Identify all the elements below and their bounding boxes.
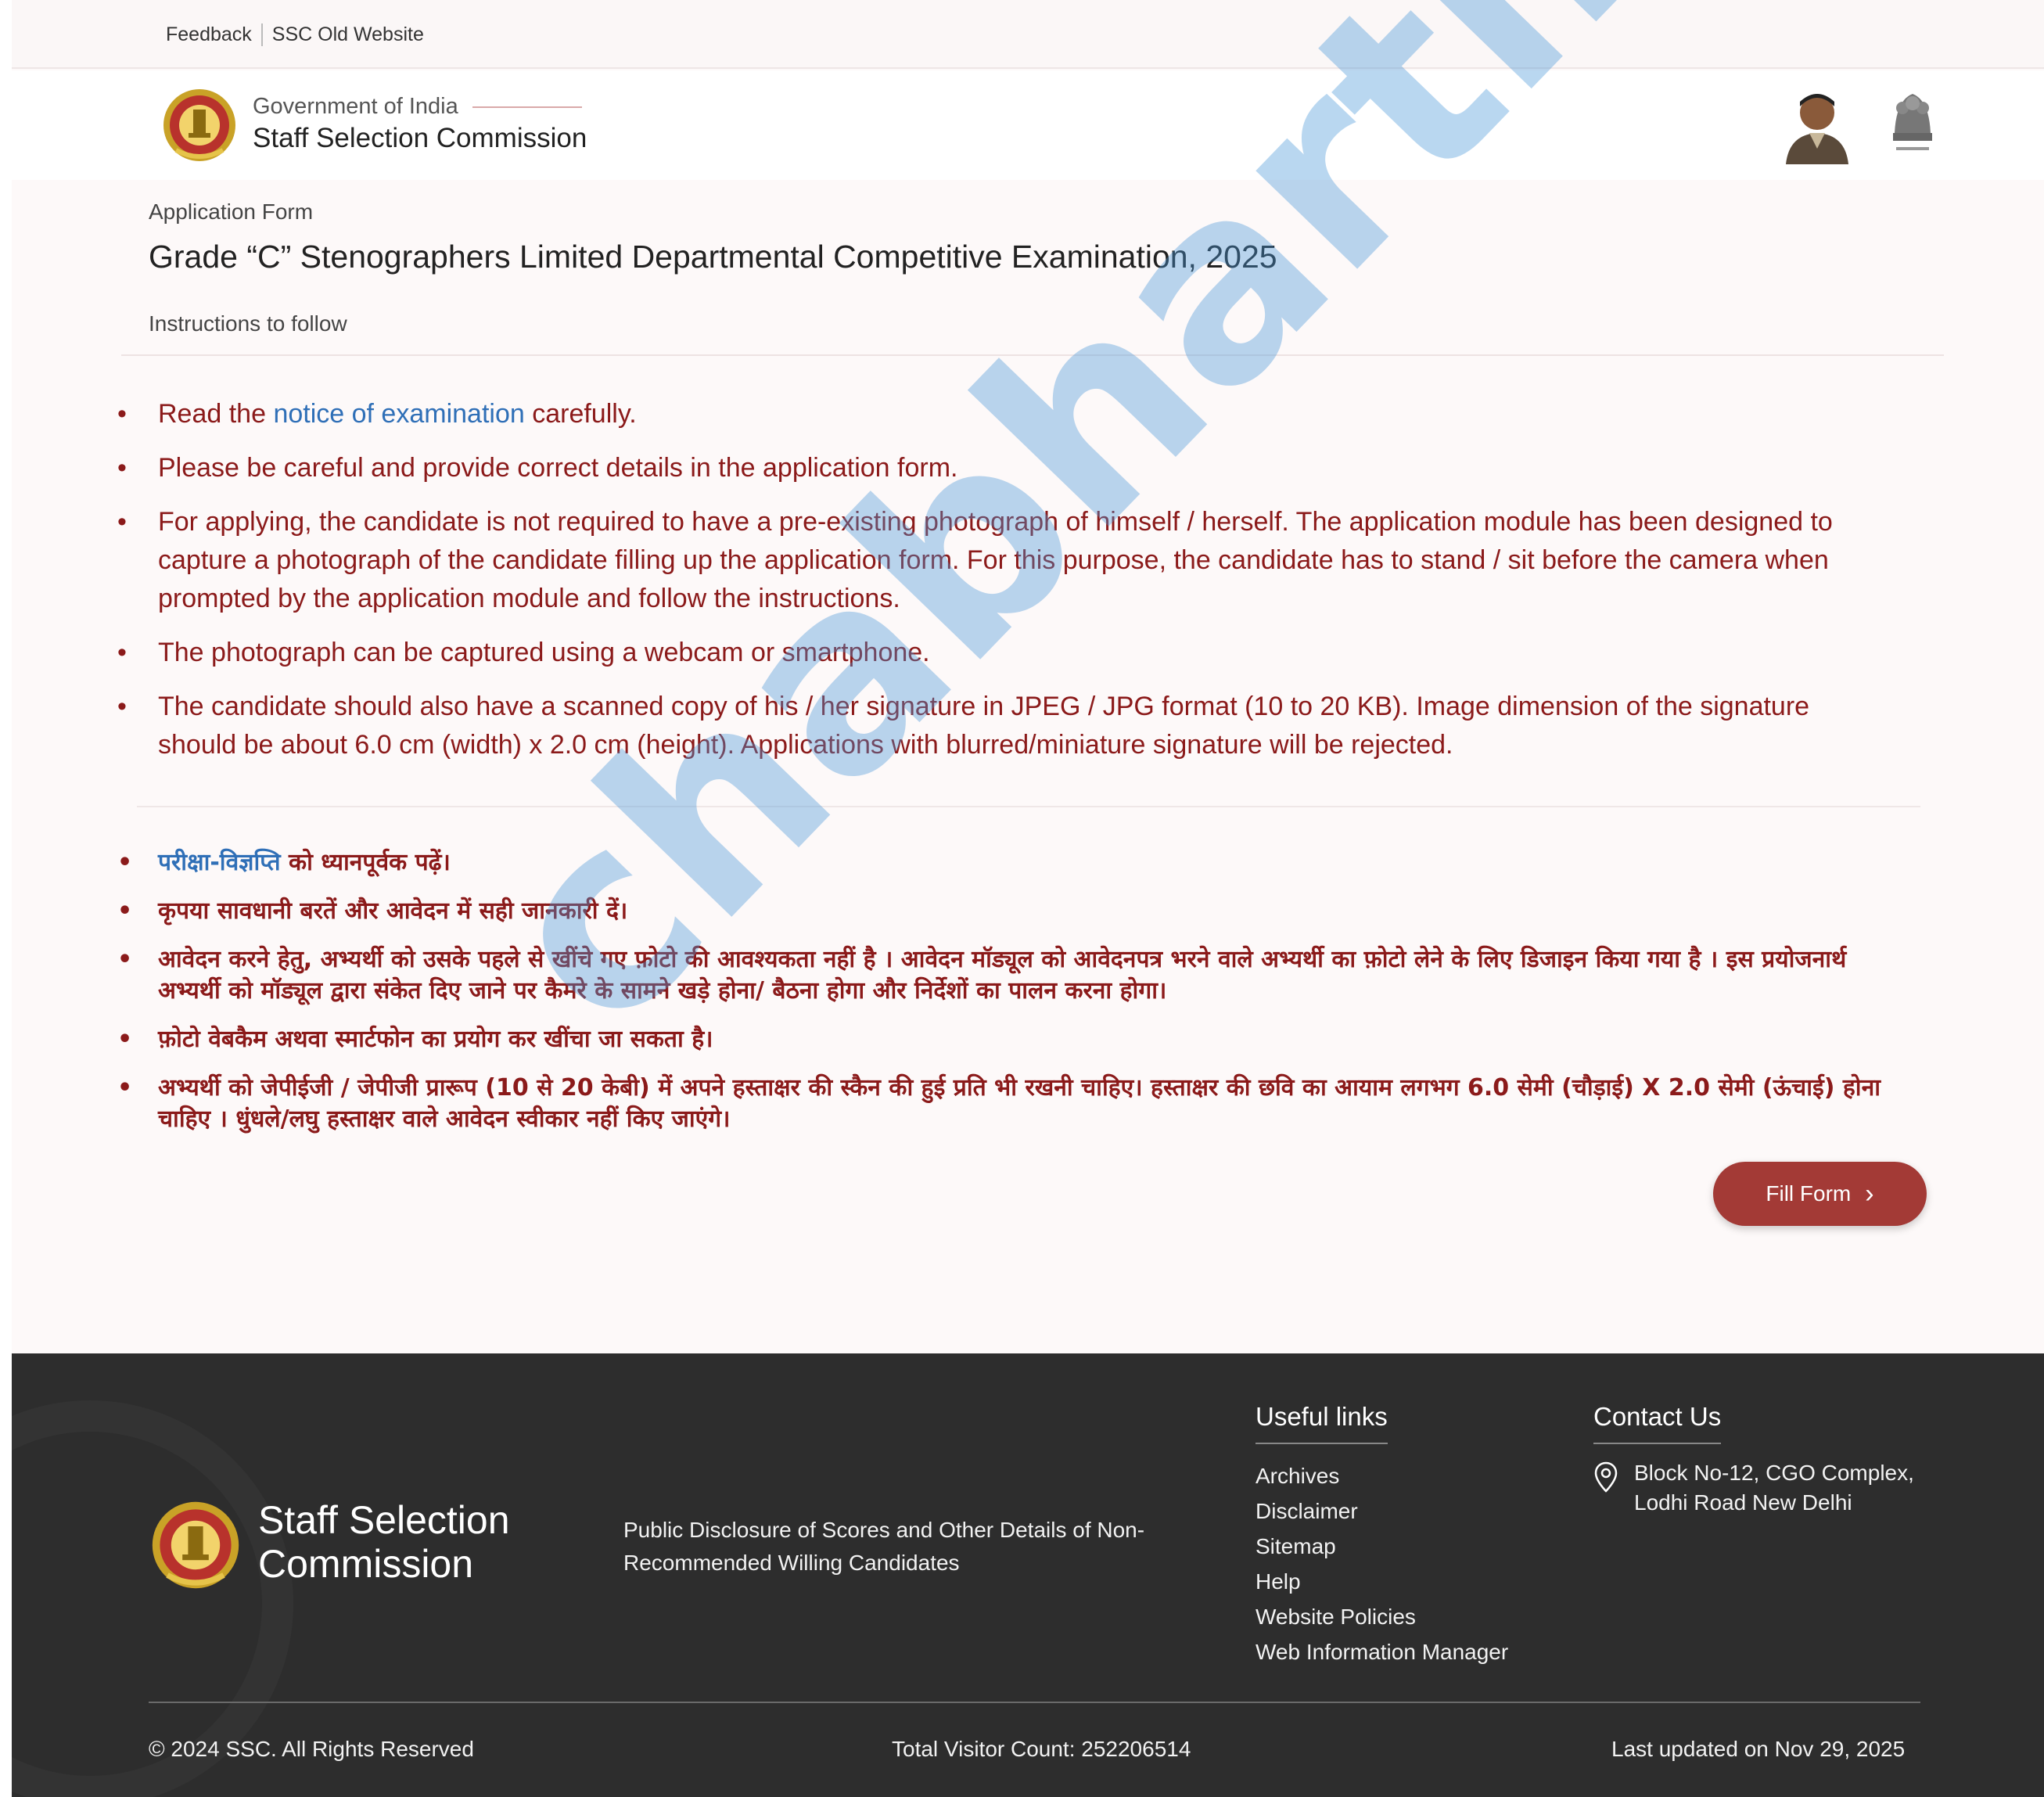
list-item: The photograph can be captured using a w… — [117, 634, 1877, 672]
list-item: अभ्यर्थी को जेपीईजी / जेपीजी प्रारूप (10… — [117, 1073, 1901, 1135]
language-divider — [137, 806, 1920, 807]
instruction-text: को ध्यानपूर्वक पढ़ें। — [280, 849, 451, 876]
last-updated: Last updated on Nov 29, 2025 — [1611, 1737, 1906, 1761]
gov-label: Government of India — [253, 94, 587, 120]
instruction-text: Read the — [158, 399, 274, 429]
footer-brand: Staff Selection Commission — [258, 1498, 510, 1586]
public-disclosure-link[interactable]: Public Disclosure of Scores and Other De… — [623, 1514, 1187, 1580]
list-item: आवेदन करने हेतु, अभ्यर्थी को उसके पहले स… — [117, 944, 1901, 1007]
footer-brand-line1: Staff Selection — [258, 1498, 510, 1542]
footer-divider — [149, 1702, 1920, 1703]
location-pin-icon — [1594, 1461, 1618, 1493]
list-item: Please be careful and provide correct de… — [117, 449, 1877, 487]
list-item: परीक्षा-विज्ञप्ति को ध्यानपूर्वक पढ़ें। — [117, 847, 1901, 879]
address-text: Block No-12, CGO Complex, Lodhi Road New… — [1634, 1458, 1914, 1518]
fill-form-label: Fill Form — [1766, 1181, 1852, 1206]
list-item: For applying, the candidate is not requi… — [117, 503, 1877, 618]
national-emblem-icon — [1893, 94, 1932, 150]
contact-heading: Contact Us — [1593, 1402, 1722, 1444]
notice-of-examination-link-hindi[interactable]: परीक्षा-विज्ञप्ति — [158, 849, 281, 876]
useful-links-column: Useful links Archives Disclaimer Sitemap… — [1255, 1402, 1508, 1669]
address-line1: Block No-12, CGO Complex, — [1634, 1461, 1914, 1485]
footer-link-archives[interactable]: Archives — [1255, 1458, 1508, 1493]
footer-link-help[interactable]: Help — [1255, 1564, 1508, 1599]
notice-of-examination-link[interactable]: notice of examination — [273, 399, 524, 429]
top-links: Feedback SSC Old Website — [156, 23, 433, 46]
chevron-right-icon: › — [1865, 1179, 1874, 1209]
gov-label-text: Government of India — [253, 94, 458, 119]
instruction-text: carefully. — [524, 399, 637, 429]
page-title: Grade “C” Stenographers Limited Departme… — [149, 239, 1277, 275]
org-title-block: Government of India Staff Selection Comm… — [253, 94, 587, 154]
top-bar: Feedback SSC Old Website — [12, 0, 2044, 69]
copyright-text: © 2024 SSC. All Rights Reserved — [149, 1737, 474, 1761]
instructions-list-english: Read the notice of examination carefully… — [117, 395, 1877, 780]
org-name: Staff Selection Commission — [253, 123, 587, 153]
useful-links-heading: Useful links — [1255, 1402, 1388, 1444]
list-item: फ़ोटो वेबकैम अथवा स्मार्टफोन का प्रयोग क… — [117, 1024, 1901, 1055]
footer-ssc-logo-icon — [152, 1501, 239, 1589]
fill-form-button[interactable]: Fill Form › — [1713, 1162, 1927, 1226]
footer-link-disclaimer[interactable]: Disclaimer — [1255, 1493, 1508, 1529]
contact-column: Contact Us Block No-12, CGO Complex, Lod… — [1593, 1402, 1914, 1518]
instructions-label: Instructions to follow — [149, 311, 347, 336]
footer-link-web-information-manager[interactable]: Web Information Manager — [1255, 1634, 1508, 1669]
section-label: Application Form — [149, 199, 314, 224]
title-divider — [121, 354, 1944, 356]
feedback-link[interactable]: Feedback — [156, 23, 261, 46]
footer-link-sitemap[interactable]: Sitemap — [1255, 1529, 1508, 1564]
instructions-list-hindi: परीक्षा-विज्ञप्ति को ध्यानपूर्वक पढ़ें। … — [117, 847, 1901, 1152]
list-item: कृपया सावधानी बरतें और आवेदन में सही जान… — [117, 896, 1901, 927]
useful-links-list: Archives Disclaimer Sitemap Help Website… — [1255, 1458, 1508, 1669]
ssc-logo-icon[interactable] — [160, 86, 239, 164]
site-footer: Staff Selection Commission Public Disclo… — [12, 1353, 2044, 1797]
footer-link-website-policies[interactable]: Website Policies — [1255, 1599, 1508, 1634]
address-line2: Lodhi Road New Delhi — [1634, 1490, 1852, 1515]
contact-address: Block No-12, CGO Complex, Lodhi Road New… — [1593, 1458, 1914, 1518]
ssc-old-website-link[interactable]: SSC Old Website — [260, 23, 433, 46]
leader-portrait-icon — [1786, 94, 1848, 164]
footer-brand-line2: Commission — [258, 1542, 474, 1586]
list-item: The candidate should also have a scanned… — [117, 688, 1877, 764]
visitor-count: Total Visitor Count: 252206514 — [892, 1737, 1191, 1761]
site-header: Government of India Staff Selection Comm… — [12, 70, 2044, 180]
gov-label-divider — [472, 106, 582, 108]
list-item: Read the notice of examination carefully… — [117, 395, 1877, 433]
